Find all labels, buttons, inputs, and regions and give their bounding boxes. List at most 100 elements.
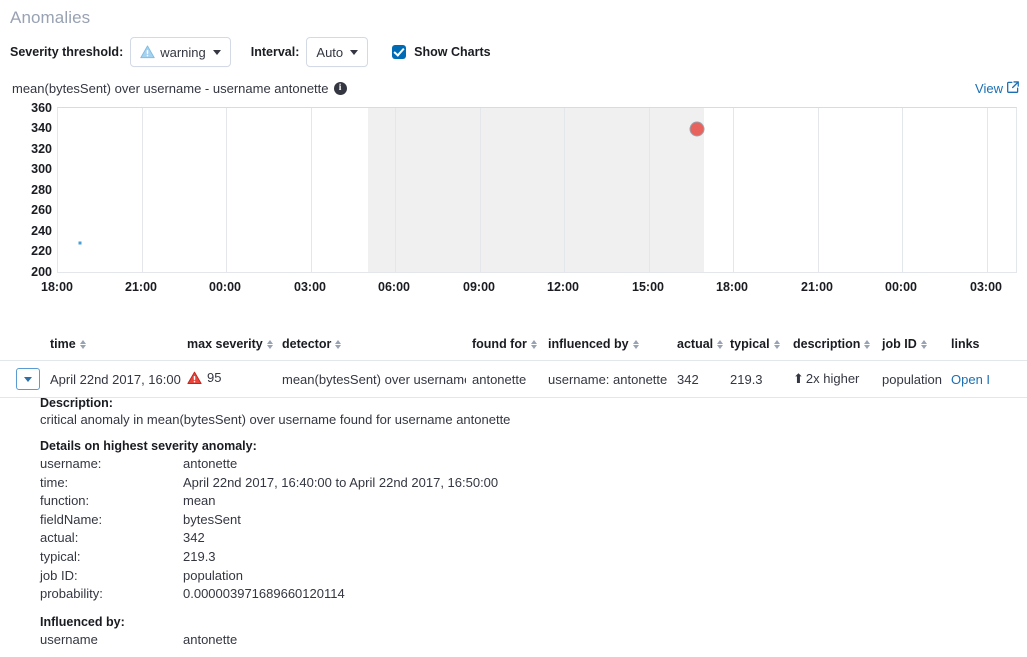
view-link[interactable]: View [975,81,1019,96]
detail-value: 0.000003971689660120114 [183,585,1027,604]
y-tick: 340 [31,121,52,135]
x-tick: 03:00 [970,280,1002,294]
column-label: links [951,337,980,351]
x-tick: 00:00 [885,280,917,294]
cell-time: April 22nd 2017, 16:00 [44,361,181,398]
highest-severity-heading: Details on highest severity anomaly: [0,439,1027,453]
detail-value: antonette [183,455,1027,474]
detail-key: job ID: [40,567,183,586]
x-tick: 06:00 [378,280,410,294]
sort-icon [633,340,639,349]
y-tick: 360 [31,101,52,115]
show-charts-checkbox[interactable]: Show Charts [392,45,490,59]
severity-threshold-label: Severity threshold: [10,45,123,59]
checkbox-checked-icon [392,45,406,59]
y-tick: 280 [31,183,52,197]
column-header-detector[interactable]: detector [276,330,466,361]
y-tick: 200 [31,265,52,279]
view-link-label: View [975,81,1003,96]
column-header-time[interactable]: time [44,330,181,361]
arrow-up-icon: ⬆ [793,371,804,386]
cell-found-for: antonette [466,361,542,398]
page-title: Anomalies [10,8,90,28]
expand-row-button[interactable] [16,368,40,390]
column-label: detector [282,337,331,351]
x-tick: 18:00 [41,280,73,294]
column-header-max-severity[interactable]: max severity [181,330,276,361]
description-text: 2x higher [806,371,859,386]
description-body: critical anomaly in mean(bytesSent) over… [0,412,1027,427]
external-link-icon [1007,81,1019,96]
column-header-links: links [945,330,1027,361]
chart-title: mean(bytesSent) over username - username… [12,81,329,96]
column-label: description [793,337,860,351]
detail-key: typical: [40,548,183,567]
chart-x-axis: 18:00 21:00 00:00 03:00 06:00 09:00 12:0… [0,280,1027,300]
detail-row: actual:342 [40,529,1027,548]
controls-bar: Severity threshold: warning Interval: Au… [10,37,491,67]
info-icon[interactable]: i [334,82,347,95]
detail-row: typical:219.3 [40,548,1027,567]
detail-key: username: [40,455,183,474]
column-header-typical[interactable]: typical [724,330,787,361]
detail-key: fieldName: [40,511,183,530]
severity-score: 95 [207,370,221,385]
detail-value: bytesSent [183,511,1027,530]
anomalies-table: time max severity detector found for inf… [0,330,1027,398]
detail-row: username:antonette [40,455,1027,474]
x-tick: 21:00 [125,280,157,294]
column-header-influenced-by[interactable]: influenced by [542,330,671,361]
column-header-expand [0,330,44,361]
y-tick: 220 [31,244,52,258]
data-point [79,242,82,245]
column-label: job ID [882,337,917,351]
sort-icon [921,340,927,349]
detail-row: probability:0.000003971689660120114 [40,585,1027,604]
column-label: typical [730,337,770,351]
sort-icon [80,340,86,349]
x-tick: 12:00 [547,280,579,294]
column-header-job-id[interactable]: job ID [876,330,945,361]
sort-icon [531,340,537,349]
x-tick: 09:00 [463,280,495,294]
x-tick: 15:00 [632,280,664,294]
interval-select[interactable]: Auto [306,37,368,67]
table-header-row: time max severity detector found for inf… [0,330,1027,361]
column-label: time [50,337,76,351]
chevron-down-icon [24,377,32,382]
anomaly-data-point[interactable] [690,122,705,137]
x-tick: 21:00 [801,280,833,294]
shaded-time-band [368,108,704,272]
detail-value: antonette [183,631,1027,650]
open-link[interactable]: Open I [951,372,990,387]
column-header-description[interactable]: description [787,330,876,361]
y-tick: 320 [31,142,52,156]
detail-field-list: username:antonette time:April 22nd 2017,… [0,455,1027,604]
detail-value: population [183,567,1027,586]
severity-threshold-select[interactable]: warning [130,37,231,67]
cell-description: ⬆2x higher [787,361,876,398]
detail-value: 219.3 [183,548,1027,567]
column-header-found-for[interactable]: found for [466,330,542,361]
chart-plot-area[interactable] [57,107,1017,273]
x-tick: 18:00 [716,280,748,294]
detail-row: job ID:population [40,567,1027,586]
column-label: actual [677,337,713,351]
anomaly-chart[interactable]: 360 340 320 300 280 260 240 220 200 [0,100,1027,305]
chart-y-axis: 360 340 320 300 280 260 240 220 200 [0,100,52,273]
column-label: found for [472,337,527,351]
cell-detector: mean(bytesSent) over username [276,361,466,398]
y-tick: 300 [31,162,52,176]
detail-value: mean [183,492,1027,511]
anomaly-details: Description: critical anomaly in mean(by… [0,396,1027,649]
interval-label: Interval: [251,45,300,59]
detail-key: function: [40,492,183,511]
detail-key: username [40,631,183,650]
column-label: influenced by [548,337,629,351]
chevron-down-icon [350,50,358,55]
cell-typical: 219.3 [724,361,787,398]
sort-icon [774,340,780,349]
sort-icon [267,340,273,349]
y-tick: 260 [31,203,52,217]
column-header-actual[interactable]: actual [671,330,724,361]
